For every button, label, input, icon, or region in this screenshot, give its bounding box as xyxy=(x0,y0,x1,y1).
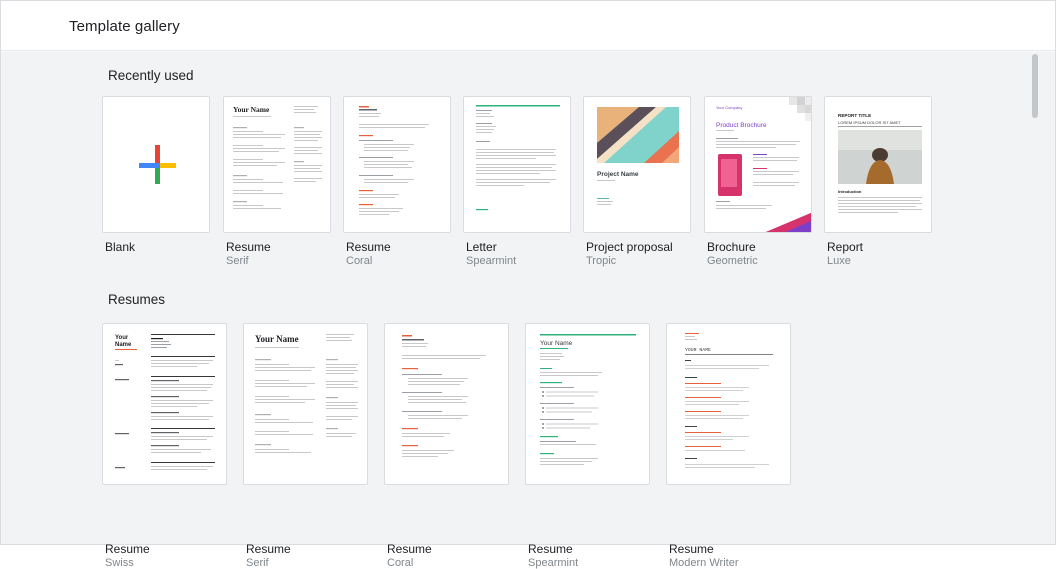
template-thumbnail[interactable]: Your Name xyxy=(223,96,331,233)
brochure-preview: Your Company Product Brochure xyxy=(716,97,811,232)
template-subtitle: Swiss xyxy=(105,557,134,569)
template-thumbnail[interactable]: Your Name xyxy=(102,323,227,485)
template-name: Resume xyxy=(669,542,714,556)
template-name: Resume xyxy=(346,240,391,254)
preview-lines xyxy=(255,334,358,453)
preview-lines xyxy=(359,106,429,215)
preview-lines xyxy=(540,348,602,465)
preview-heading: REPORT TITLE xyxy=(838,113,871,118)
template-gallery-window: Template gallery Recently used Blank You… xyxy=(0,0,1056,569)
template-subtitle: Modern Writer xyxy=(669,557,739,569)
preview-subheading: LOREM IPSUM DOLOR SIT AMET xyxy=(838,120,901,125)
preview-lines xyxy=(402,335,486,457)
divider xyxy=(838,126,922,127)
preview-heading: YOUR NAME xyxy=(685,347,711,353)
plus-icon-left xyxy=(139,163,157,168)
template-name: Resume xyxy=(387,542,432,556)
template-name: Resume xyxy=(105,542,150,556)
template-name: Letter xyxy=(466,240,497,254)
gallery-content: Recently used Blank Your Name Resume Ser… xyxy=(1,52,1041,569)
preview-heading: Project Name xyxy=(597,171,639,178)
template-subtitle: Luxe xyxy=(827,255,851,267)
template-thumbnail[interactable] xyxy=(463,96,571,233)
section-title-resumes: Resumes xyxy=(108,292,166,307)
preview-lines xyxy=(476,105,560,211)
template-thumbnail[interactable] xyxy=(343,96,451,233)
preview-heading: Product Brochure xyxy=(716,122,767,129)
scrollbar-track[interactable] xyxy=(1041,52,1055,544)
scrollbar-thumb[interactable] xyxy=(1032,54,1038,118)
resume-coral-preview xyxy=(402,335,486,457)
header-bar: Template gallery xyxy=(1,1,1055,51)
report-photo xyxy=(838,130,922,184)
template-thumbnail[interactable] xyxy=(102,96,210,233)
plus-icon-center xyxy=(155,163,160,168)
plus-icon-right xyxy=(158,163,176,168)
plus-icon-bottom xyxy=(155,168,160,184)
template-subtitle: Serif xyxy=(226,255,249,267)
template-subtitle: Spearmint xyxy=(528,557,579,569)
template-thumbnail[interactable]: Your Name xyxy=(243,323,368,485)
template-subtitle: Geometric xyxy=(707,255,758,267)
preview-company: Your Company xyxy=(716,105,742,110)
preview-heading: Your Name xyxy=(233,105,270,114)
preview-heading: Your Name xyxy=(540,340,573,347)
template-name: Resume xyxy=(226,240,271,254)
resume-serif-preview: Your Name xyxy=(233,105,322,209)
template-thumbnail[interactable]: Your Company Product Brochure xyxy=(704,96,812,233)
template-subtitle: Coral xyxy=(346,255,373,267)
section-title-recently-used: Recently used xyxy=(108,68,194,83)
template-thumbnail[interactable] xyxy=(384,323,509,485)
preview-lines xyxy=(838,197,922,213)
project-proposal-preview: Project Name xyxy=(597,107,679,205)
geometric-corner xyxy=(789,97,811,121)
preview-heading: Your Name xyxy=(255,334,299,344)
resume-spearmint-preview: Your Name xyxy=(540,334,636,465)
template-thumbnail[interactable]: REPORT TITLE LOREM IPSUM DOLOR SIT AMET … xyxy=(824,96,932,233)
template-name: Project proposal xyxy=(586,240,673,254)
template-name: Brochure xyxy=(707,240,756,254)
template-subtitle: Serif xyxy=(246,557,269,569)
template-name: Report xyxy=(827,240,864,254)
preview-lines xyxy=(597,180,615,205)
resume-coral-preview xyxy=(359,106,429,215)
template-name: Blank xyxy=(105,240,136,254)
preview-heading-first: Your xyxy=(115,335,129,341)
template-thumbnail[interactable]: Project Name xyxy=(583,96,691,233)
template-subtitle: Tropic xyxy=(586,255,617,267)
letter-spearmint-preview xyxy=(476,105,560,211)
template-thumbnail[interactable]: YOUR NAME xyxy=(666,323,791,485)
tropic-graphic xyxy=(597,107,679,163)
preview-lines xyxy=(685,354,773,468)
accent-rule xyxy=(540,334,636,336)
preview-lines-top xyxy=(685,333,699,340)
template-subtitle: Spearmint xyxy=(466,255,517,267)
page-title: Template gallery xyxy=(69,18,180,35)
plus-icon xyxy=(139,145,176,184)
report-luxe-preview: REPORT TITLE LOREM IPSUM DOLOR SIT AMET … xyxy=(838,113,922,213)
preview-section-heading: Introduction xyxy=(838,189,862,194)
preview-lines xyxy=(233,106,322,209)
resume-modern-writer-preview: YOUR NAME xyxy=(685,333,773,468)
preview-lines xyxy=(716,130,811,232)
preview-lines xyxy=(115,334,215,470)
template-subtitle: Coral xyxy=(387,557,414,569)
plus-icon-top xyxy=(155,145,160,163)
template-thumbnail[interactable]: Your Name xyxy=(525,323,650,485)
preview-heading-last: Name xyxy=(115,342,132,348)
template-name: Resume xyxy=(528,542,573,556)
resume-swiss-preview: Your Name xyxy=(115,334,215,470)
resume-serif-preview: Your Name xyxy=(255,334,358,453)
template-name: Resume xyxy=(246,542,291,556)
